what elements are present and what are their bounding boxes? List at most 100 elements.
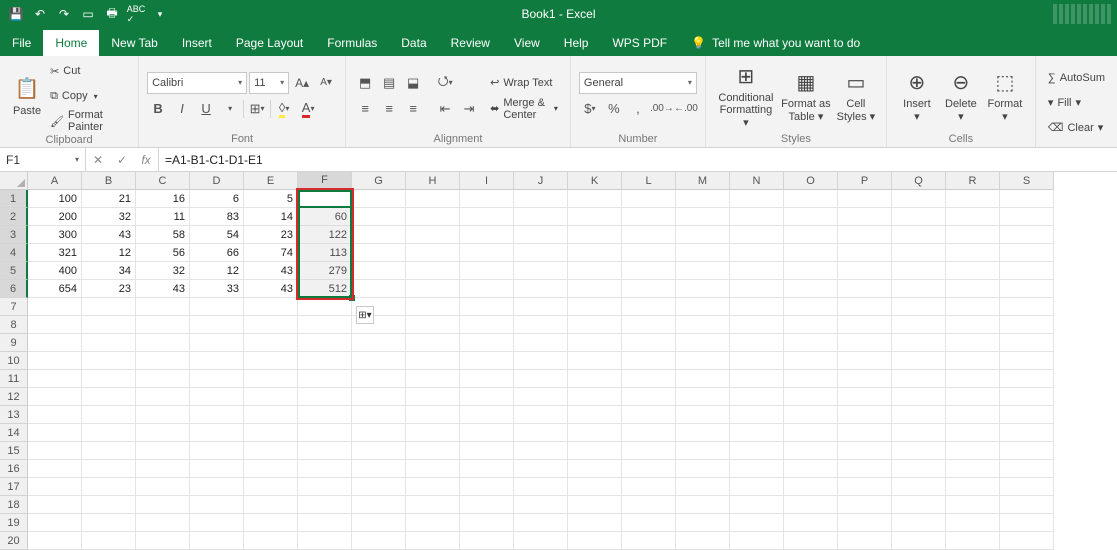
cell-B4[interactable]: 12 bbox=[82, 244, 136, 262]
cell-A10[interactable] bbox=[28, 352, 82, 370]
cell-B8[interactable] bbox=[82, 316, 136, 334]
tab-insert[interactable]: Insert bbox=[170, 30, 224, 56]
cell-J13[interactable] bbox=[514, 406, 568, 424]
tab-help[interactable]: Help bbox=[552, 30, 601, 56]
cell-F11[interactable] bbox=[298, 370, 352, 388]
row-header-7[interactable]: 7 bbox=[0, 298, 28, 316]
col-header-P[interactable]: P bbox=[838, 172, 892, 190]
cell-S17[interactable] bbox=[1000, 478, 1054, 496]
cell-Q7[interactable] bbox=[892, 298, 946, 316]
cell-M3[interactable] bbox=[676, 226, 730, 244]
cell-Q2[interactable] bbox=[892, 208, 946, 226]
cell-I9[interactable] bbox=[460, 334, 514, 352]
cell-P7[interactable] bbox=[838, 298, 892, 316]
cell-G16[interactable] bbox=[352, 460, 406, 478]
cell-E12[interactable] bbox=[244, 388, 298, 406]
cell-G20[interactable] bbox=[352, 532, 406, 550]
col-header-B[interactable]: B bbox=[82, 172, 136, 190]
cell-C14[interactable] bbox=[136, 424, 190, 442]
row-header-3[interactable]: 3 bbox=[0, 226, 28, 244]
cell-K6[interactable] bbox=[568, 280, 622, 298]
cell-A20[interactable] bbox=[28, 532, 82, 550]
col-header-D[interactable]: D bbox=[190, 172, 244, 190]
cell-G15[interactable] bbox=[352, 442, 406, 460]
cell-M16[interactable] bbox=[676, 460, 730, 478]
cell-D2[interactable]: 83 bbox=[190, 208, 244, 226]
cell-R14[interactable] bbox=[946, 424, 1000, 442]
cell-J17[interactable] bbox=[514, 478, 568, 496]
cell-Q13[interactable] bbox=[892, 406, 946, 424]
row-header-19[interactable]: 19 bbox=[0, 514, 28, 532]
tell-me-search[interactable]: 💡Tell me what you want to do bbox=[679, 30, 872, 56]
cell-M2[interactable] bbox=[676, 208, 730, 226]
cell-K11[interactable] bbox=[568, 370, 622, 388]
format-painter-button[interactable]: 🖌Format Painter bbox=[46, 110, 130, 132]
cell-C5[interactable]: 32 bbox=[136, 262, 190, 280]
cell-B20[interactable] bbox=[82, 532, 136, 550]
cell-J15[interactable] bbox=[514, 442, 568, 460]
cell-M15[interactable] bbox=[676, 442, 730, 460]
cell-O1[interactable] bbox=[784, 190, 838, 208]
delete-cells-button[interactable]: ⊖ Delete▾ bbox=[939, 60, 983, 131]
cell-R15[interactable] bbox=[946, 442, 1000, 460]
col-header-I[interactable]: I bbox=[460, 172, 514, 190]
col-header-M[interactable]: M bbox=[676, 172, 730, 190]
cell-D13[interactable] bbox=[190, 406, 244, 424]
cell-A15[interactable] bbox=[28, 442, 82, 460]
cell-O5[interactable] bbox=[784, 262, 838, 280]
cell-J19[interactable] bbox=[514, 514, 568, 532]
cell-L3[interactable] bbox=[622, 226, 676, 244]
cell-J9[interactable] bbox=[514, 334, 568, 352]
cell-M9[interactable] bbox=[676, 334, 730, 352]
cell-D1[interactable]: 6 bbox=[190, 190, 244, 208]
col-header-G[interactable]: G bbox=[352, 172, 406, 190]
fx-icon[interactable]: fx bbox=[134, 148, 158, 172]
cell-C19[interactable] bbox=[136, 514, 190, 532]
cell-K19[interactable] bbox=[568, 514, 622, 532]
qat-more-icon[interactable]: ▾ bbox=[150, 4, 170, 24]
cell-O6[interactable] bbox=[784, 280, 838, 298]
cell-G3[interactable] bbox=[352, 226, 406, 244]
cell-O12[interactable] bbox=[784, 388, 838, 406]
cell-styles-button[interactable]: ▭ Cell Styles ▾ bbox=[834, 60, 878, 131]
cell-K20[interactable] bbox=[568, 532, 622, 550]
cell-C2[interactable]: 11 bbox=[136, 208, 190, 226]
cell-R11[interactable] bbox=[946, 370, 1000, 388]
cell-N2[interactable] bbox=[730, 208, 784, 226]
cell-F3[interactable]: 122 bbox=[298, 226, 352, 244]
cell-B6[interactable]: 23 bbox=[82, 280, 136, 298]
wrap-text-button[interactable]: ↩Wrap Text bbox=[486, 72, 562, 94]
cell-H6[interactable] bbox=[406, 280, 460, 298]
cell-F13[interactable] bbox=[298, 406, 352, 424]
row-header-10[interactable]: 10 bbox=[0, 352, 28, 370]
orientation-icon[interactable]: ⭯▾ bbox=[434, 72, 456, 94]
cell-K10[interactable] bbox=[568, 352, 622, 370]
cell-P16[interactable] bbox=[838, 460, 892, 478]
cell-A5[interactable]: 400 bbox=[28, 262, 82, 280]
cell-P11[interactable] bbox=[838, 370, 892, 388]
cell-K16[interactable] bbox=[568, 460, 622, 478]
merge-center-button[interactable]: ⬌Merge & Center▾ bbox=[486, 98, 562, 120]
cell-I12[interactable] bbox=[460, 388, 514, 406]
cell-O13[interactable] bbox=[784, 406, 838, 424]
cell-A11[interactable] bbox=[28, 370, 82, 388]
tab-data[interactable]: Data bbox=[389, 30, 438, 56]
cell-A19[interactable] bbox=[28, 514, 82, 532]
cell-M20[interactable] bbox=[676, 532, 730, 550]
cell-K17[interactable] bbox=[568, 478, 622, 496]
row-header-17[interactable]: 17 bbox=[0, 478, 28, 496]
cell-F10[interactable] bbox=[298, 352, 352, 370]
cell-F7[interactable] bbox=[298, 298, 352, 316]
cell-C10[interactable] bbox=[136, 352, 190, 370]
cell-Q19[interactable] bbox=[892, 514, 946, 532]
formula-input[interactable]: =A1-B1-C1-D1-E1 bbox=[159, 153, 1117, 167]
cell-D4[interactable]: 66 bbox=[190, 244, 244, 262]
row-header-15[interactable]: 15 bbox=[0, 442, 28, 460]
cell-O17[interactable] bbox=[784, 478, 838, 496]
percent-icon[interactable]: % bbox=[603, 98, 625, 120]
spellcheck-icon[interactable]: ABC✓ bbox=[126, 4, 146, 24]
cell-E14[interactable] bbox=[244, 424, 298, 442]
cell-N20[interactable] bbox=[730, 532, 784, 550]
cell-M4[interactable] bbox=[676, 244, 730, 262]
cell-L2[interactable] bbox=[622, 208, 676, 226]
